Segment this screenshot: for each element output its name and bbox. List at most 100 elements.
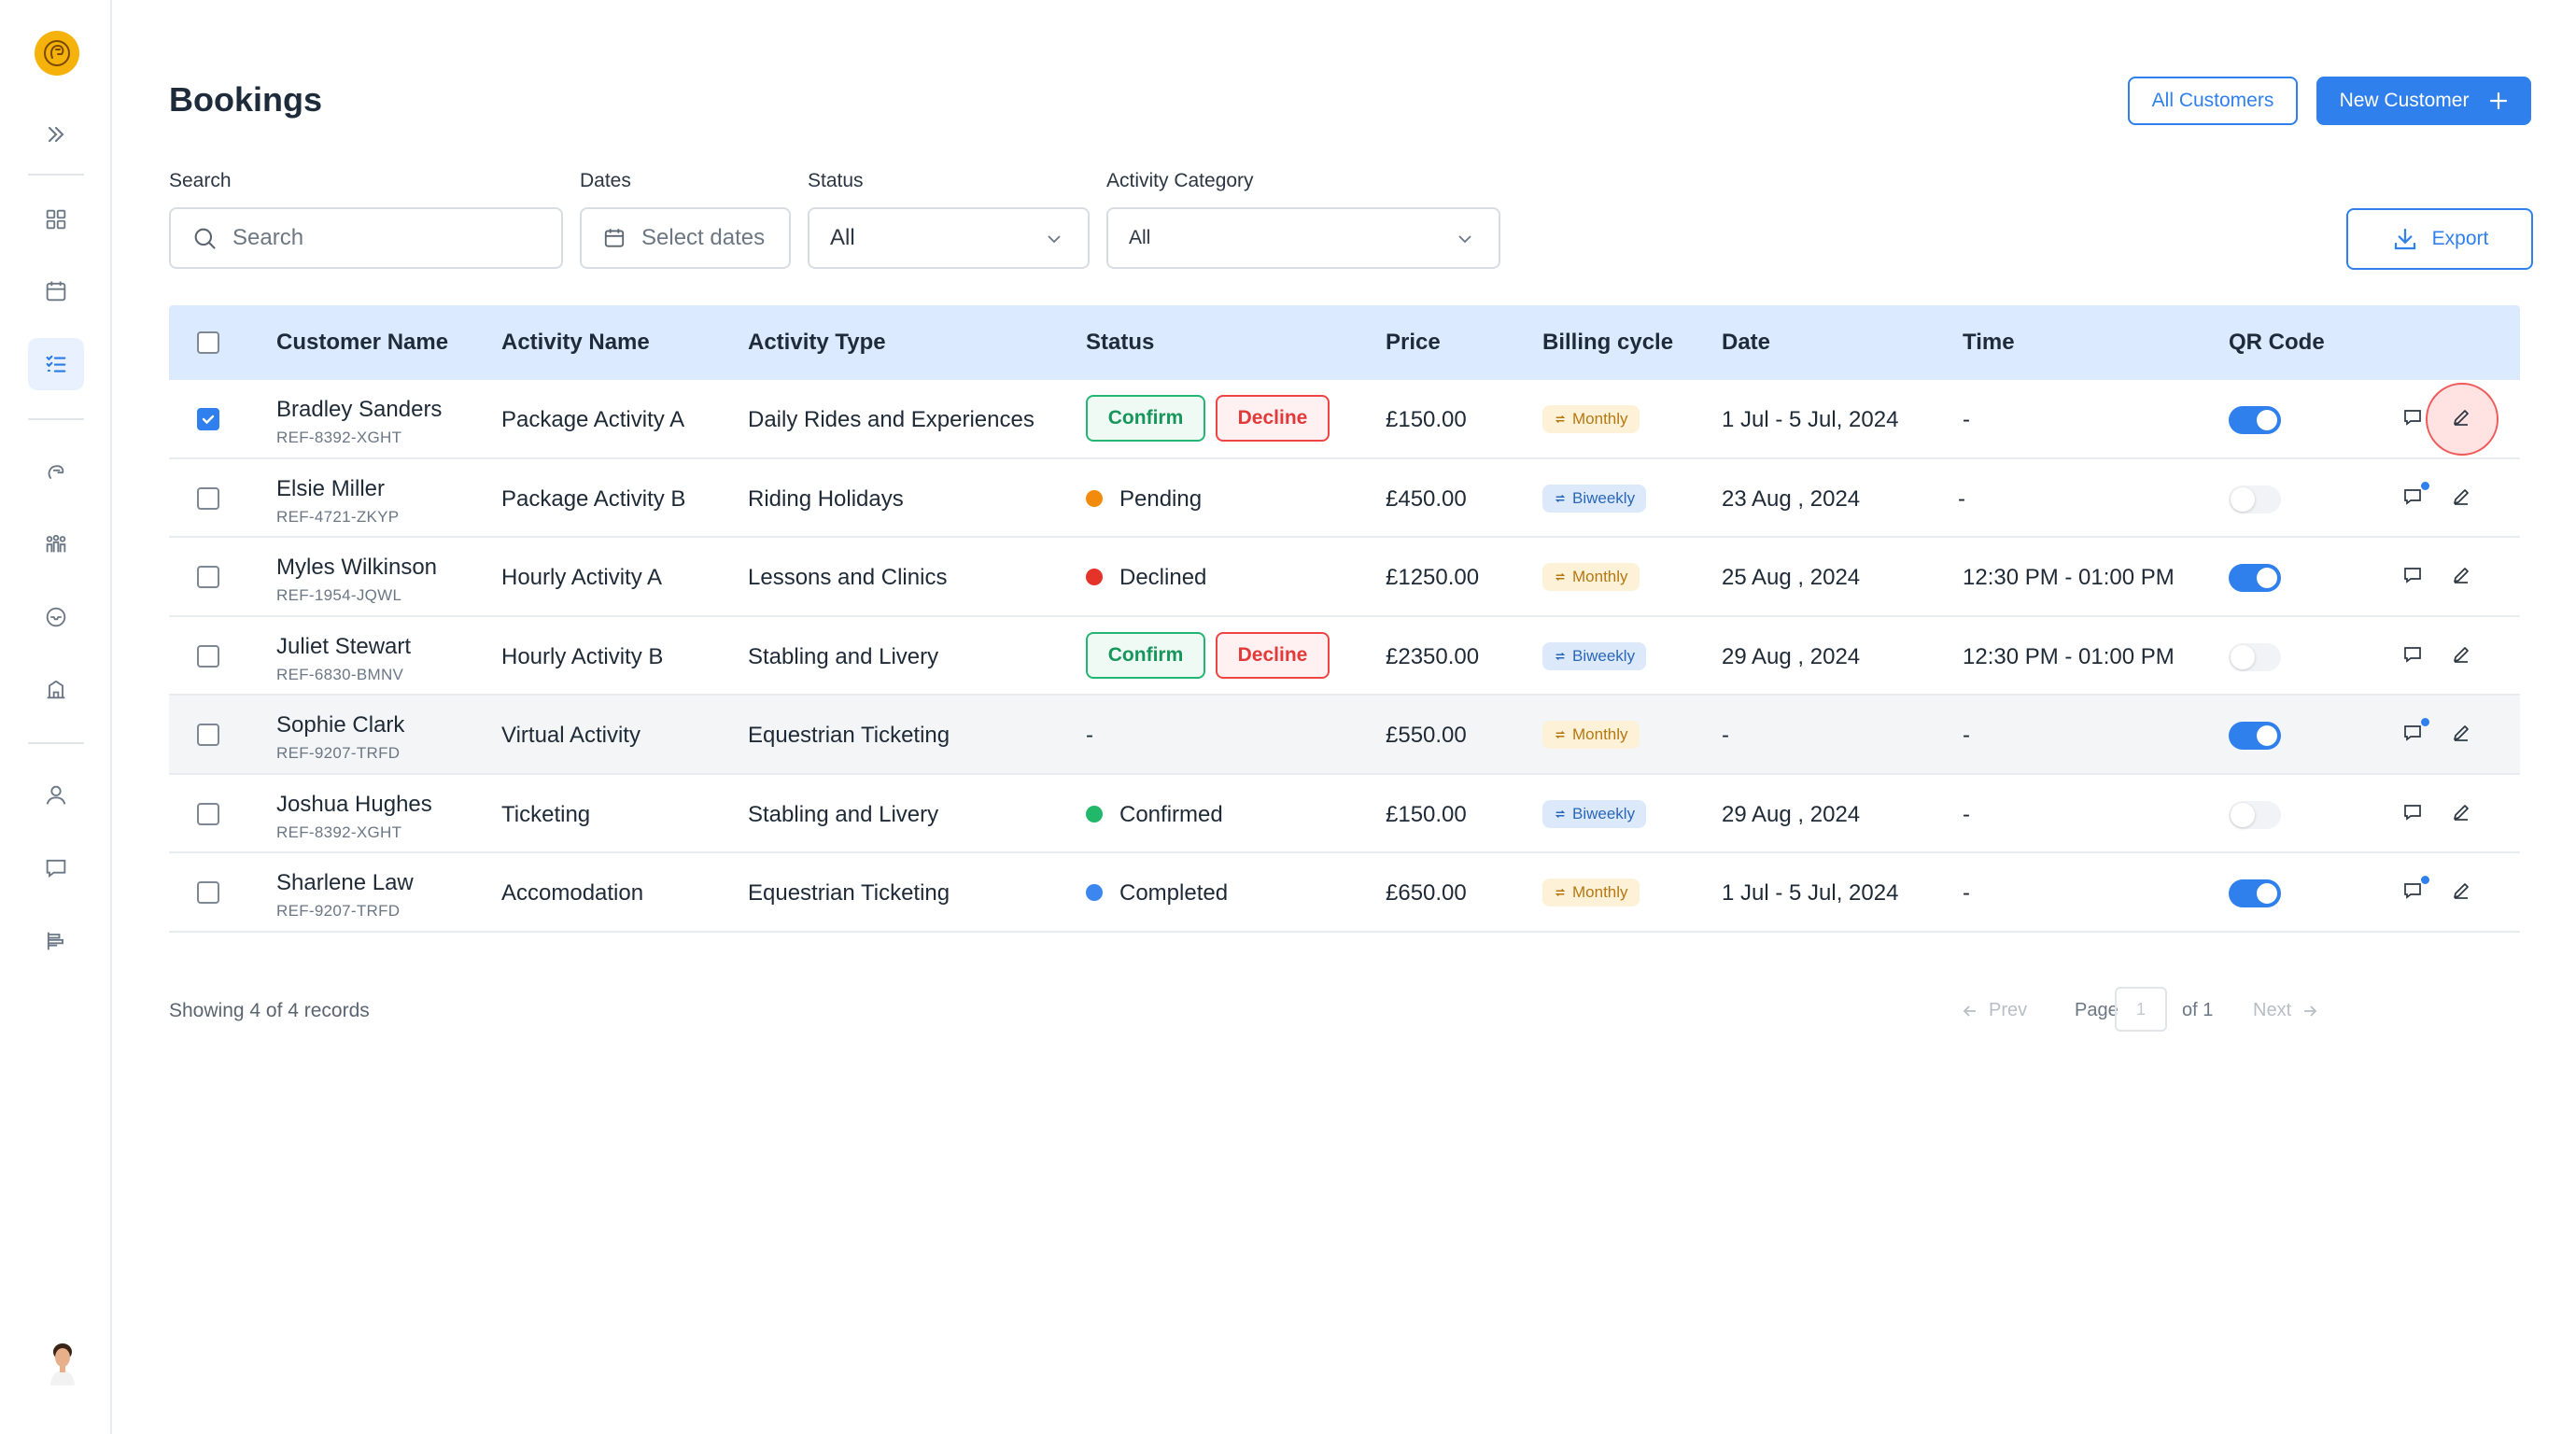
chat-icon[interactable] [2401, 481, 2429, 512]
chat-icon[interactable] [2401, 643, 2428, 669]
row-checkbox[interactable] [197, 724, 219, 746]
edit-icon[interactable] [2450, 564, 2476, 590]
activity-type: Equestrian Ticketing [748, 880, 950, 906]
table-row[interactable]: Juliet Stewart REF-6830-BMNV Hourly Activi… [169, 616, 2520, 696]
qr-code-toggle[interactable] [2229, 800, 2281, 829]
column-header[interactable]: Time [1963, 330, 2015, 356]
app-logo[interactable] [35, 31, 79, 76]
edit-icon[interactable] [2450, 801, 2476, 827]
row-checkbox[interactable] [197, 486, 219, 510]
customer-ref: REF-9207-TRFD [276, 744, 401, 762]
all-customers-label: All Customers [2151, 90, 2274, 111]
page-title: Bookings [169, 80, 323, 119]
edit-icon[interactable] [2450, 406, 2476, 432]
confirm-button[interactable]: Confirm [1086, 395, 1205, 442]
people-group-icon[interactable] [28, 517, 84, 569]
booking-date: 29 Aug , 2024 [1722, 801, 1861, 827]
row-checkbox[interactable] [197, 566, 219, 588]
activity-name: Hourly Activity B [501, 643, 664, 669]
qr-code-toggle[interactable] [2229, 722, 2281, 750]
table-row[interactable]: Joshua Hughes REF-8392-XGHT Ticketing Stabl… [169, 774, 2520, 853]
sidebar-divider [28, 174, 84, 176]
qr-code-toggle[interactable] [2229, 406, 2281, 434]
prev-label: Prev [1989, 1000, 2028, 1020]
bookings-table: Customer Name Activity Name Activity Typ… [169, 305, 2520, 933]
edit-icon[interactable] [2450, 722, 2476, 748]
billing-cycle-badge: Monthly [1542, 721, 1640, 749]
billing-cycle-badge: Monthly [1542, 563, 1640, 591]
table-row[interactable]: Myles Wilkinson REF-1954-JQWL Hourly Activ… [169, 538, 2520, 617]
billing-cycle-badge: Monthly [1542, 879, 1640, 907]
qr-code-toggle[interactable] [2229, 879, 2281, 907]
booking-date: 1 Jul - 5 Jul, 2024 [1722, 880, 1899, 906]
qr-code-toggle[interactable] [2229, 485, 2281, 513]
table-row[interactable]: Sharlene Law REF-9207-TRFD Accomodation Equ… [169, 853, 2520, 933]
chat-icon[interactable] [2401, 718, 2429, 748]
expand-sidebar-icon[interactable] [28, 108, 84, 161]
table-row[interactable]: Bradley Sanders REF-8392-XGHT Package Acti… [169, 380, 2520, 459]
activity-category-select[interactable]: All [1106, 207, 1500, 269]
column-header[interactable]: Activity Type [748, 330, 886, 356]
billing-cycle-label: Monthly [1572, 883, 1628, 901]
row-checkbox[interactable] [197, 802, 219, 825]
bookings-list-icon[interactable] [28, 338, 84, 390]
chat-icon[interactable] [2401, 406, 2428, 432]
message-icon[interactable] [28, 842, 84, 894]
building-icon[interactable] [28, 663, 84, 715]
status-select[interactable]: All [808, 207, 1090, 269]
edit-icon[interactable] [2450, 879, 2476, 906]
page-number-input[interactable]: 1 [2115, 987, 2167, 1032]
billing-cycle-label: Biweekly [1572, 488, 1636, 507]
activity-type: Riding Holidays [748, 485, 904, 512]
price: £2350.00 [1386, 643, 1480, 669]
column-header[interactable]: Billing cycle [1542, 330, 1673, 356]
user-icon[interactable] [28, 769, 84, 822]
user-avatar[interactable] [41, 1339, 84, 1385]
chevron-down-icon [1048, 235, 1061, 244]
dates-picker[interactable]: Select dates [580, 207, 791, 269]
column-header[interactable]: Date [1722, 330, 1770, 356]
column-header[interactable]: Price [1386, 330, 1441, 356]
billing-cycle-badge: Biweekly [1542, 799, 1647, 828]
export-button[interactable]: Export [2346, 208, 2533, 270]
arrow-right-icon [2304, 1005, 2317, 1017]
table-row[interactable]: Elsie Miller REF-4721-ZKYP Package Activit… [169, 458, 2520, 538]
next-page-button[interactable]: Next [2253, 1000, 2319, 1021]
qr-code-toggle[interactable] [2229, 642, 2281, 671]
qr-code-toggle[interactable] [2229, 564, 2281, 592]
chat-icon[interactable] [2401, 876, 2429, 906]
prev-page-button[interactable]: Prev [1961, 1000, 2027, 1021]
row-checkbox[interactable] [197, 881, 219, 904]
booking-time: - [1963, 880, 1970, 906]
status-text: Declined [1119, 565, 1207, 590]
decline-button[interactable]: Decline [1216, 395, 1330, 442]
export-label: Export [2431, 228, 2489, 249]
customer-ref: REF-6830-BMNV [276, 665, 404, 683]
select-all-checkbox[interactable] [197, 331, 219, 354]
search-input[interactable]: Search [169, 207, 563, 269]
confirm-button[interactable]: Confirm [1086, 631, 1205, 679]
all-customers-button[interactable]: All Customers [2128, 77, 2298, 125]
column-header[interactable]: QR Code [2229, 330, 2325, 356]
dates-placeholder: Select dates [641, 225, 766, 250]
dashboard-icon[interactable] [28, 193, 84, 246]
inbox-icon[interactable] [28, 591, 84, 643]
horse-icon[interactable] [28, 445, 84, 498]
billing-cycle-label: Biweekly [1572, 804, 1636, 822]
chat-icon[interactable] [2401, 801, 2428, 827]
calendar-icon[interactable] [28, 265, 84, 317]
sidebar [0, 0, 112, 1434]
decline-button[interactable]: Decline [1216, 631, 1330, 679]
row-checkbox[interactable] [197, 408, 219, 430]
new-customer-button[interactable]: New Customer [2316, 77, 2531, 125]
table-row[interactable]: Sophie Clark REF-9207-TRFD Virtual Activit… [169, 696, 2520, 775]
reports-icon[interactable] [28, 915, 84, 967]
chat-icon[interactable] [2401, 564, 2428, 590]
column-header[interactable]: Activity Name [501, 330, 650, 356]
column-header[interactable]: Status [1086, 330, 1154, 356]
edit-icon[interactable] [2450, 485, 2476, 512]
edit-icon[interactable] [2450, 643, 2476, 669]
new-customer-label: New Customer [2339, 90, 2470, 111]
row-checkbox[interactable] [197, 644, 219, 668]
column-header[interactable]: Customer Name [276, 330, 448, 356]
